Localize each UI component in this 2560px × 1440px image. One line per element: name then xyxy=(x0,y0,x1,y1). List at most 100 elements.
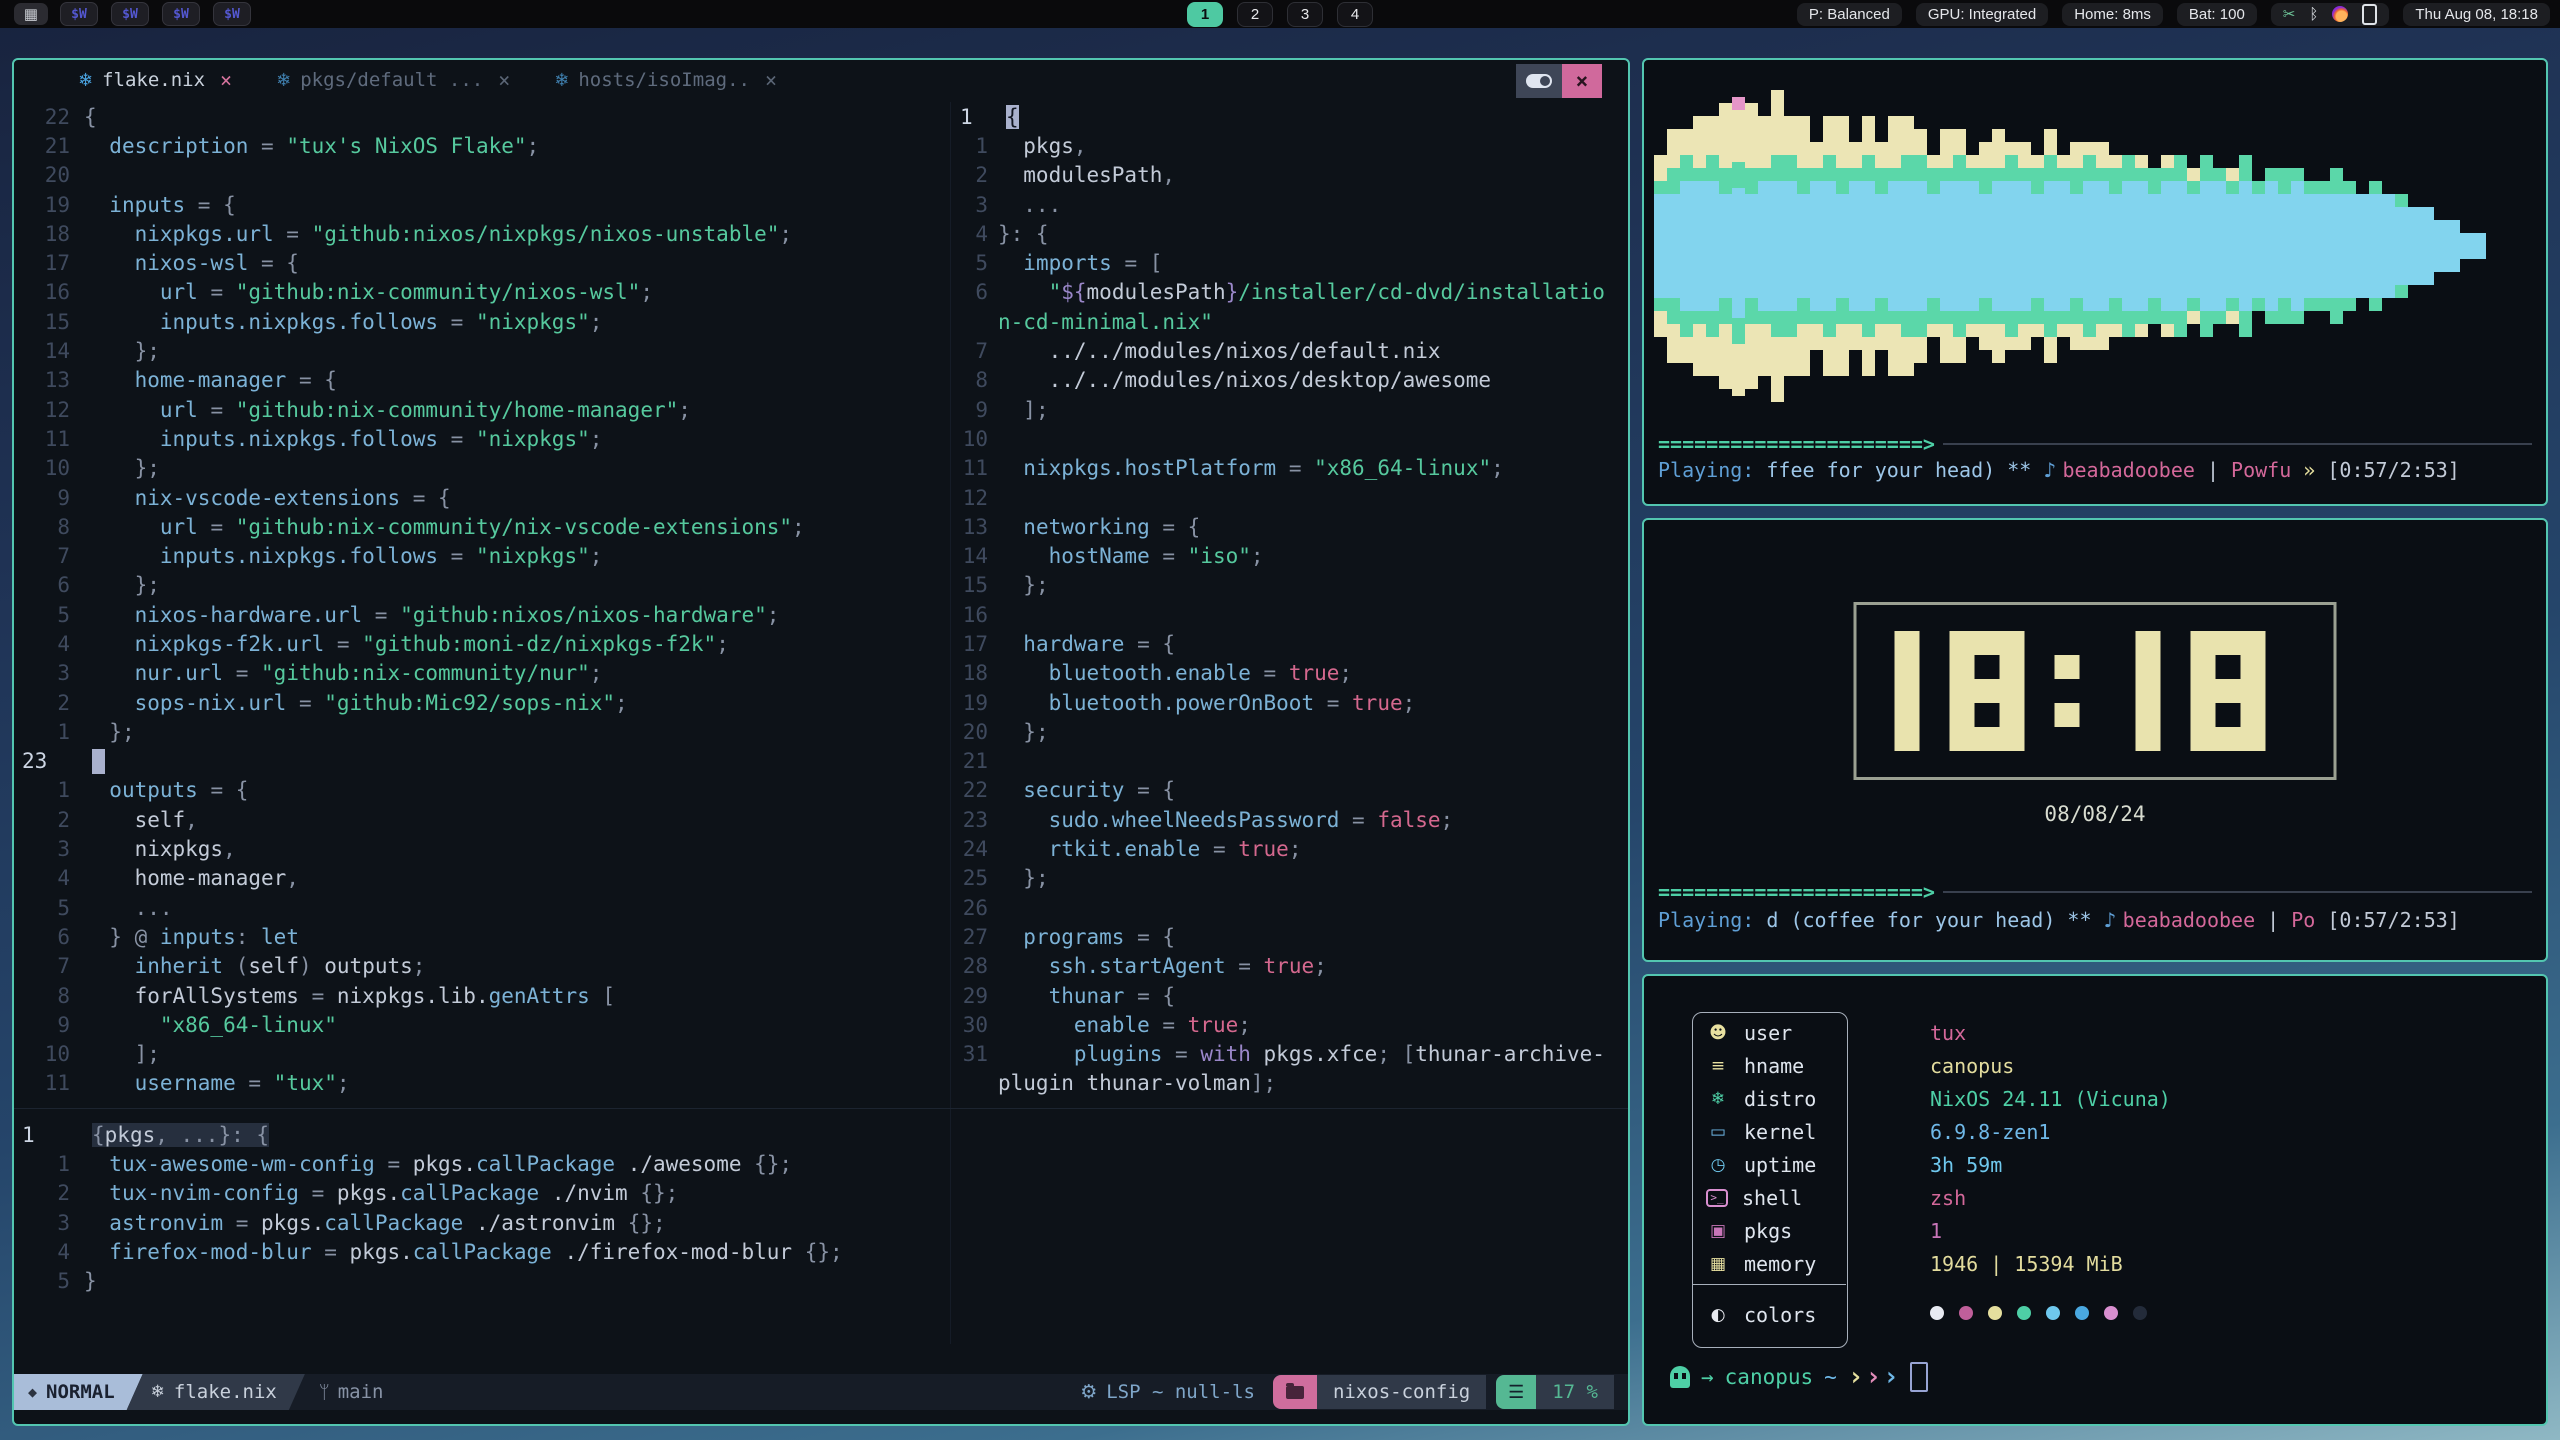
workspace-button[interactable]: $W xyxy=(213,2,251,26)
viz-block xyxy=(2187,311,2200,324)
lines-icon-pill: ☰ xyxy=(1496,1375,1536,1409)
viz-block xyxy=(1745,324,1758,389)
token xyxy=(84,193,109,217)
line-number: 22 xyxy=(952,778,998,802)
token: plugin thunar-volman xyxy=(998,1071,1251,1095)
code-text: thunar = { xyxy=(998,984,1175,1008)
status-pill[interactable]: GPU: Integrated xyxy=(1916,3,2048,26)
editor-tab-hosts-isoImag-[interactable]: ❄hosts/isoImag..× xyxy=(554,68,777,92)
viz-block xyxy=(2005,142,2018,155)
pkgs-default-pane[interactable]: 1{pkgs, ...}: {1 tux-awesome-wm-config =… xyxy=(14,1120,1628,1296)
token xyxy=(84,251,135,275)
git-branch-segment: ᛘ main xyxy=(319,1381,384,1403)
viz-block xyxy=(2057,181,2070,311)
firefox-icon[interactable] xyxy=(2332,6,2348,22)
code-line: 5 nixos-hardware.url = "github:nixos/nix… xyxy=(14,600,950,629)
workspace-button[interactable]: $W xyxy=(60,2,98,26)
playing-token: Playing: xyxy=(1658,908,1766,932)
token: ( xyxy=(223,954,248,978)
viz-block xyxy=(2044,181,2057,311)
flake-nix-pane[interactable]: 22{21 description = "tux's NixOS Flake";… xyxy=(14,102,950,1098)
token: , xyxy=(286,866,299,890)
viz-block xyxy=(2122,181,2135,311)
close-window-button[interactable]: × xyxy=(1562,64,1602,98)
mode-segment: ◆ NORMAL xyxy=(14,1374,143,1410)
scissors-icon[interactable]: ✂ xyxy=(2283,7,2296,22)
token xyxy=(84,1152,109,1176)
tab-close-icon[interactable]: × xyxy=(498,68,510,92)
line-number: 11 xyxy=(14,1071,84,1095)
viz-block xyxy=(1719,103,1732,168)
line-number: 23 xyxy=(14,749,92,773)
tag-button-4[interactable]: 4 xyxy=(1337,2,1373,27)
clock-pixel xyxy=(1950,727,1975,751)
editor-tab-flake-nix[interactable]: ❄flake.nix× xyxy=(78,68,232,92)
fetch-terminal-window[interactable]: ☻user≡hname❄distro▭kernel◷uptime>_shell▣… xyxy=(1642,974,2548,1426)
shell-prompt[interactable]: → canopus ~ ››› xyxy=(1670,1362,1928,1392)
bluetooth-icon[interactable]: ᛒ xyxy=(2309,7,2318,22)
color-dot xyxy=(2017,1306,2031,1320)
viz-column xyxy=(2226,168,2239,324)
token: = xyxy=(223,1211,261,1235)
viz-block xyxy=(1940,129,1953,168)
token: pkgs.xfce xyxy=(1251,1042,1377,1066)
code-line: 7 ../../modules/nixos/default.nix xyxy=(952,336,1628,365)
status-pill[interactable]: Bat: 100 xyxy=(2177,3,2257,26)
editor-tab-pkgs-default-[interactable]: ❄pkgs/default ...× xyxy=(276,68,510,92)
viz-column xyxy=(1654,155,1667,337)
tab-close-icon[interactable]: × xyxy=(765,68,777,92)
token: callPackage xyxy=(400,1181,539,1205)
token: } @ xyxy=(109,925,160,949)
viz-block xyxy=(1706,181,1719,311)
token: = xyxy=(312,1240,350,1264)
token: n-cd-minimal.nix" xyxy=(998,310,1213,334)
tab-close-icon[interactable]: × xyxy=(220,68,232,92)
status-pill[interactable]: Home: 8ms xyxy=(2062,3,2163,26)
status-pill[interactable]: P: Balanced xyxy=(1797,3,1902,26)
neovim-window: ❄flake.nix× ❄pkgs/default ...× ❄hosts/isoI… xyxy=(12,58,1630,1426)
clock-pill[interactable]: Thu Aug 08, 18:18 xyxy=(2403,3,2550,26)
toggle-button[interactable] xyxy=(1516,64,1562,98)
viz-block xyxy=(1927,155,1940,168)
progress-track-line xyxy=(1943,891,2532,893)
code-text: { xyxy=(1006,105,1019,129)
viz-column xyxy=(1888,116,1901,376)
token: = { xyxy=(248,251,299,275)
progress-dashes: ======================> xyxy=(1658,880,1935,904)
code-line: 13 networking = { xyxy=(952,512,1628,541)
token xyxy=(998,778,1023,802)
line-number: 14 xyxy=(14,339,84,363)
viz-block xyxy=(2174,155,2187,181)
token: {}; xyxy=(754,1152,792,1176)
token xyxy=(998,661,1049,685)
viz-block xyxy=(1706,337,1719,376)
code-text: nixpkgs-f2k.url = "github:moni-dz/nixpkg… xyxy=(84,632,729,656)
viz-block xyxy=(1836,168,1849,194)
clock-pixel xyxy=(2241,679,2266,703)
launcher-button[interactable]: ▦ xyxy=(14,3,48,25)
token xyxy=(998,280,1049,304)
token: true xyxy=(1238,837,1289,861)
tag-button-3[interactable]: 3 xyxy=(1287,2,1323,27)
tag-button-2[interactable]: 2 xyxy=(1237,2,1273,27)
chevron-icon: › xyxy=(1848,1364,1864,1390)
phone-icon[interactable] xyxy=(2362,4,2377,25)
viz-block xyxy=(1719,298,1732,324)
viz-block xyxy=(2369,181,2382,194)
viz-block xyxy=(1901,181,1914,311)
token: ssh.startAgent xyxy=(1049,954,1226,978)
iso-image-pane[interactable]: 1{1 pkgs,2 modulesPath,3 ...4}: {5 impor… xyxy=(952,102,1628,1098)
token: inherit xyxy=(135,954,224,978)
tag-button-1[interactable]: 1 xyxy=(1187,2,1223,27)
viz-block xyxy=(1784,116,1797,155)
token: nixpkgs.url xyxy=(135,222,274,246)
workspace-button[interactable]: $W xyxy=(111,2,149,26)
code-line: n-cd-minimal.nix" xyxy=(952,307,1628,336)
code-line: 28 ssh.startAgent = true; xyxy=(952,952,1628,981)
token xyxy=(84,427,160,451)
token: ; xyxy=(1403,691,1416,715)
token: "github:moni-dz/nixpkgs-f2k" xyxy=(362,632,716,656)
viz-block xyxy=(1849,142,1862,168)
token: = xyxy=(375,1152,413,1176)
workspace-button[interactable]: $W xyxy=(162,2,200,26)
